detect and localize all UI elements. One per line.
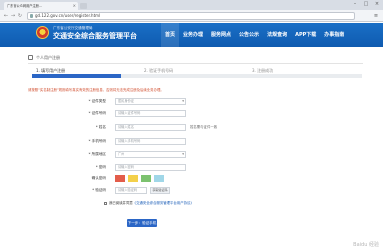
reload-icon[interactable]: ↻ — [17, 13, 23, 19]
browser-tab[interactable]: 广东省公众网用户注册... × — [4, 2, 78, 10]
nav-item-regulations[interactable]: 法规查询 — [263, 23, 291, 47]
region-value: 广州 — [118, 152, 125, 156]
phone-label: * 手机号码 — [88, 139, 106, 143]
strength-segment — [141, 175, 151, 182]
back-icon[interactable]: ← — [3, 13, 9, 19]
forward-icon[interactable]: → — [10, 13, 16, 19]
id-number-label: * 证件号码 — [88, 111, 106, 115]
captcha-label: * 验证码 — [92, 188, 106, 192]
next-button[interactable]: 下一步：验证手机 — [127, 219, 157, 227]
url-text: gd.122.gov.cn/user/register.html — [35, 13, 101, 18]
step-progress-fill — [32, 74, 122, 78]
chevron-down-icon: ▾ — [182, 99, 184, 103]
agreement: 我已阅读并同意《交通安全综合服务管理平台用户协议》 — [104, 200, 194, 205]
id-number-input[interactable]: 请输入证件号码 — [115, 110, 186, 117]
id-type-label: * 证件类型 — [88, 99, 106, 103]
nav-item-guide[interactable]: 办事指南 — [320, 23, 348, 47]
name-hint: 姓名需与证件一致 — [190, 125, 218, 129]
form-row-confirm: 确认密码 — [40, 175, 340, 182]
police-emblem-icon — [36, 26, 49, 39]
site-title: 交通安全综合服务管理平台 — [53, 32, 137, 40]
name-input[interactable]: 请输入姓名 — [115, 124, 186, 131]
name-label: * 姓名 — [95, 125, 106, 129]
region-select[interactable]: 广州 ▾ — [115, 151, 186, 158]
form-row-region: * 所属地区 广州 ▾ — [40, 151, 340, 158]
registration-steps: 1. 填写用户注册 2. 验证手机号码 3. 注册成功 — [32, 68, 362, 80]
captcha-input[interactable]: 请输入验证码 — [115, 187, 147, 194]
password-label: * 密码 — [95, 165, 106, 169]
form-row-password: * 密码 请输入密码 — [40, 164, 340, 171]
watermark: Baidu 经验 — [353, 242, 379, 248]
form-row-phone: * 手机号码 请输入手机号码 — [40, 138, 340, 145]
user-icon — [28, 55, 33, 60]
form-row-id-number: * 证件号码 请输入证件号码 — [40, 110, 340, 117]
confirm-label: 确认密码 — [91, 176, 106, 180]
main-nav: 首页 业务办理 服务网点 公告公示 法规查询 APP下载 办事指南 — [161, 23, 348, 47]
chevron-down-icon: ▾ — [182, 152, 184, 156]
nav-item-service-points[interactable]: 服务网点 — [207, 23, 235, 47]
strength-segment — [115, 175, 125, 182]
screen: 广东省公众网用户注册... × – □ × ← → ↻ gd.122.gov.c… — [0, 0, 383, 250]
form-row-name: * 姓名 请输入姓名 姓名需与证件一致 — [40, 124, 340, 131]
get-captcha-button[interactable]: 获取验证码 — [150, 187, 170, 194]
maximize-icon[interactable]: □ — [362, 1, 370, 7]
form-row-id-type: * 证件类型 居民身份证 ▾ — [40, 98, 340, 105]
address-bar: ← → ↻ gd.122.gov.cn/user/register.html ≡ — [0, 10, 383, 22]
id-type-select[interactable]: 居民身份证 ▾ — [115, 98, 186, 105]
agreement-link[interactable]: 《交通安全综合服务管理平台用户协议》 — [133, 201, 194, 205]
agree-checkbox[interactable] — [104, 201, 107, 205]
browser-menu-icon[interactable]: ≡ — [373, 13, 379, 19]
window-controls: – □ × — [351, 1, 381, 8]
close-icon[interactable]: × — [73, 2, 76, 10]
new-tab-button[interactable] — [80, 3, 87, 9]
strength-segment — [154, 175, 164, 182]
breadcrumb: 个人用户注册 — [36, 55, 60, 60]
phone-input[interactable]: 请输入手机号码 — [115, 138, 186, 145]
browser-tab-bar: 广东省公众网用户注册... × – □ × — [0, 0, 383, 10]
step-progress-track — [32, 74, 362, 78]
tab-title: 广东省公众网用户注册... — [7, 4, 42, 8]
strength-segment — [128, 175, 138, 182]
region-label: * 所属地区 — [88, 152, 106, 156]
minimize-icon[interactable]: – — [351, 1, 359, 7]
nav-item-notices[interactable]: 公告公示 — [235, 23, 263, 47]
form-row-captcha: * 验证码 请输入验证码 获取验证码 — [40, 187, 340, 194]
divider — [28, 63, 363, 64]
agree-prefix: 我已阅读并同意 — [109, 201, 133, 205]
close-window-icon[interactable]: × — [373, 1, 381, 7]
page-info-icon[interactable] — [30, 14, 33, 18]
url-input[interactable]: gd.122.gov.cn/user/register.html — [27, 12, 355, 20]
nav-item-app-download[interactable]: APP下载 — [291, 23, 320, 47]
id-type-value: 居民身份证 — [118, 99, 134, 103]
nav-item-business[interactable]: 业务办理 — [179, 23, 207, 47]
password-input[interactable]: 请输入密码 — [115, 164, 186, 171]
nav-item-home[interactable]: 首页 — [161, 23, 180, 47]
strength-indicator — [115, 175, 164, 182]
registration-notice: 请按照“实名制注册”规则填写真实有效的注册信息，否则将无法完成注册及后续业务办理… — [28, 88, 164, 92]
site-header: 广东省公安厅交通管理局 交通安全综合服务管理平台 首页 业务办理 服务网点 公告… — [0, 23, 383, 47]
